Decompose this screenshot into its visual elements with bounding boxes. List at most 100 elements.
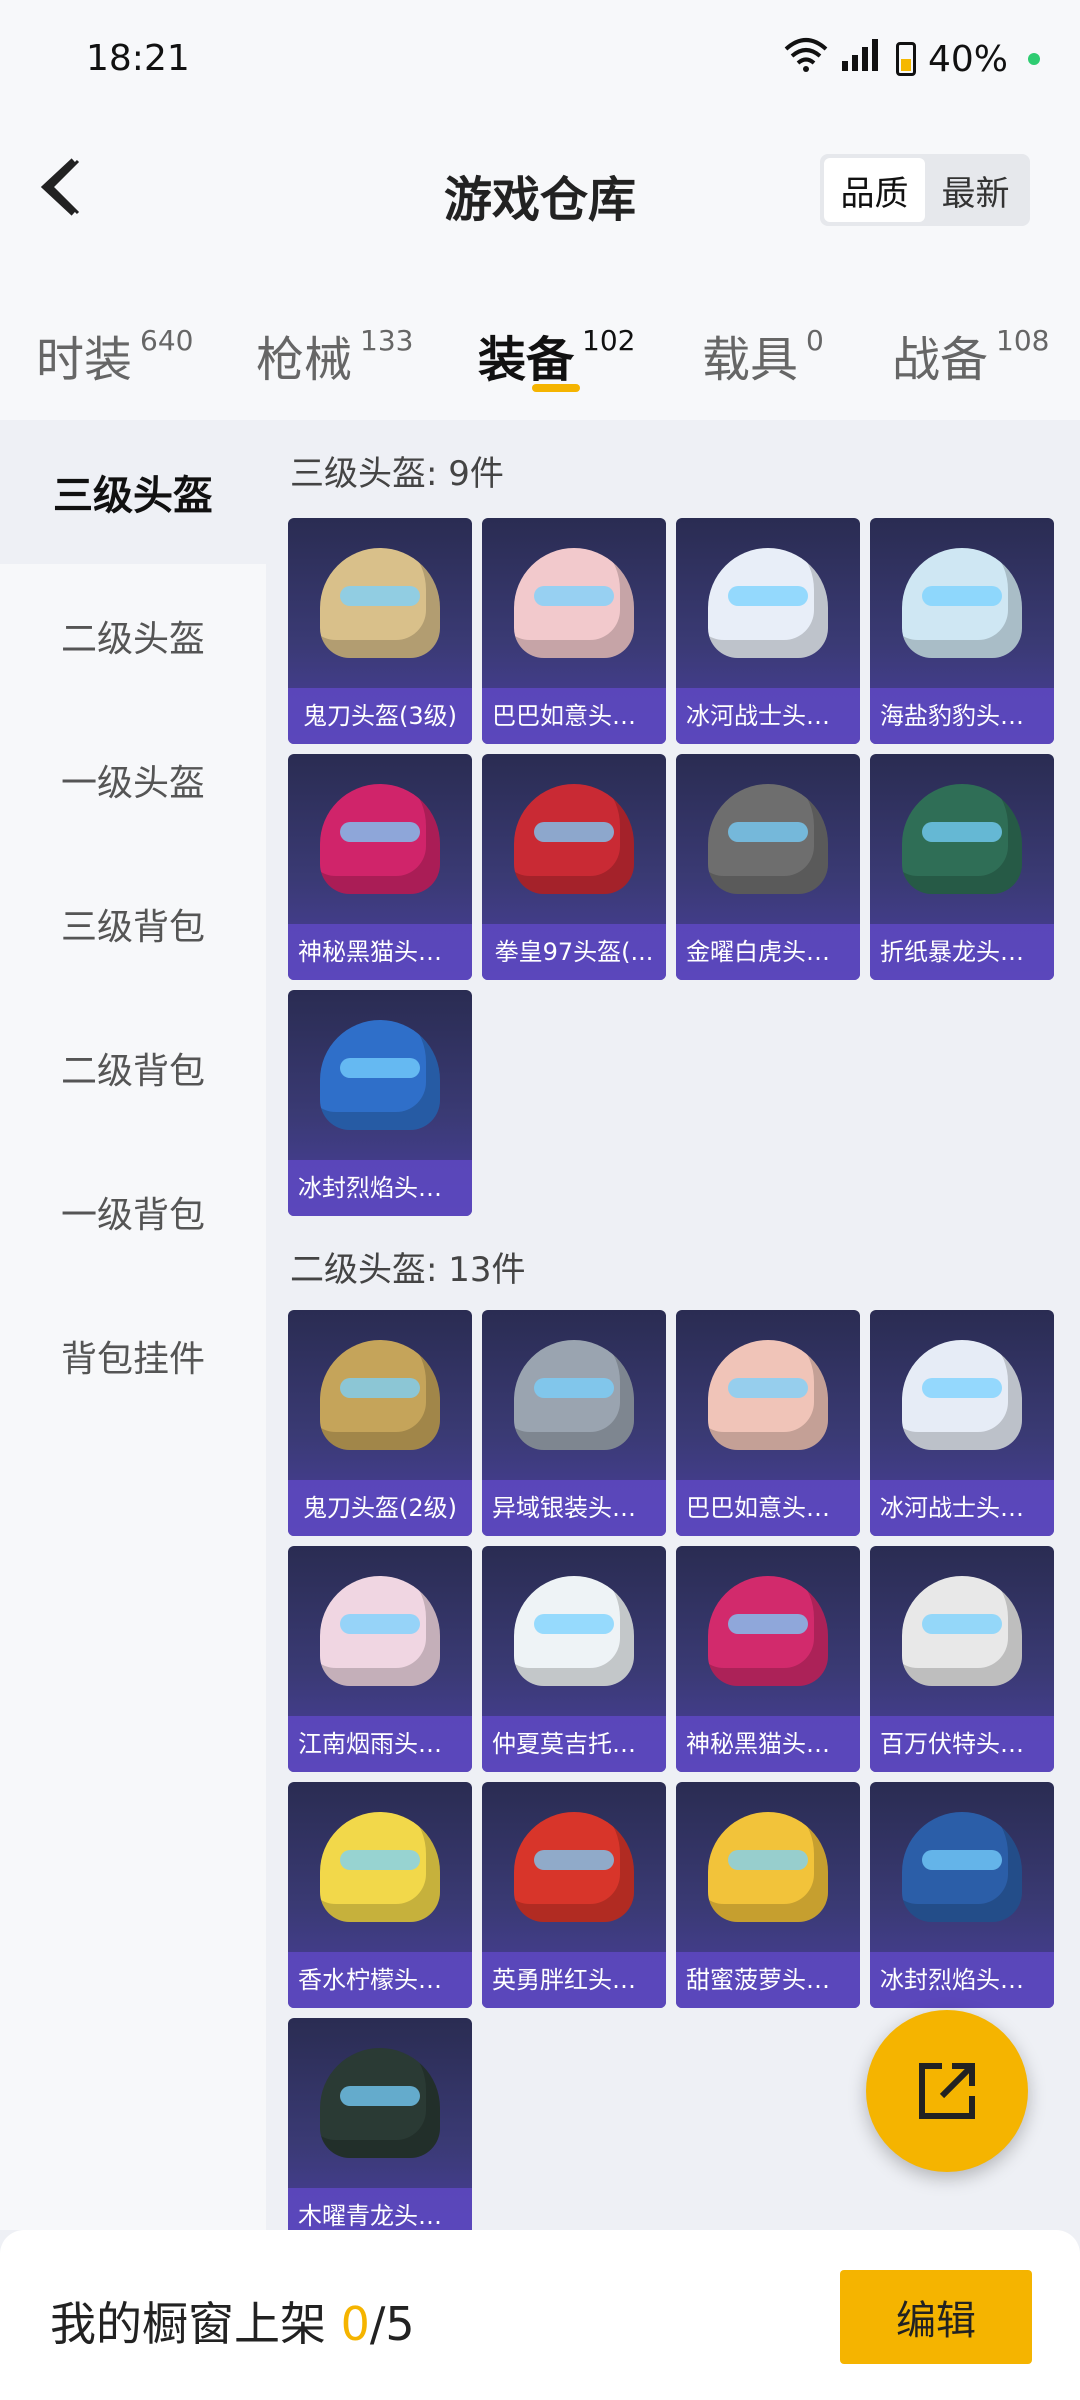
item-card[interactable]: 鬼刀头盔(2级) bbox=[288, 1310, 472, 1536]
helmet-image bbox=[708, 548, 828, 658]
item-card[interactable]: 冰封烈焰头盔... bbox=[870, 1782, 1054, 2008]
sidebar-item-level1-helmet[interactable]: 一级头盔 bbox=[0, 708, 266, 852]
helmet-icon bbox=[870, 518, 1054, 688]
helmet-image bbox=[708, 1576, 828, 1686]
item-name: 鬼刀头盔(2级) bbox=[288, 1480, 472, 1536]
item-card[interactable]: 江南烟雨头盔... bbox=[288, 1546, 472, 1772]
tab-vehicles[interactable]: 载具 0 bbox=[702, 320, 824, 390]
item-name: 神秘黑猫头盔... bbox=[676, 1716, 860, 1772]
item-card[interactable]: 冰封烈焰头盔... bbox=[288, 990, 472, 1216]
item-card[interactable]: 甜蜜菠萝头盔... bbox=[676, 1782, 860, 2008]
category-tabs: 时装 640 枪械 133 装备 102 载具 0 战备 108 bbox=[0, 270, 1080, 420]
sidebar-item-level2-backpack[interactable]: 二级背包 bbox=[0, 996, 266, 1140]
showcase-status: 我的橱窗上架 0/5 bbox=[50, 2288, 415, 2354]
sidebar-item-backpack-pendant[interactable]: 背包挂件 bbox=[0, 1284, 266, 1428]
item-card[interactable]: 鬼刀头盔(3级) bbox=[288, 518, 472, 744]
helmet-icon bbox=[482, 518, 666, 688]
item-card[interactable]: 木曜青龙头盔... bbox=[288, 2018, 472, 2230]
helmet-icon bbox=[676, 1546, 860, 1716]
helmet-image bbox=[708, 1340, 828, 1450]
helmet-icon bbox=[870, 1310, 1054, 1480]
tab-battle-gear[interactable]: 战备 108 bbox=[892, 320, 1049, 390]
item-card[interactable]: 香水柠檬头盔... bbox=[288, 1782, 472, 2008]
helmet-icon bbox=[288, 2018, 472, 2188]
item-card[interactable]: 神秘黑猫头盔... bbox=[676, 1546, 860, 1772]
item-card[interactable]: 异域银装头盔... bbox=[482, 1310, 666, 1536]
helmet-icon bbox=[870, 754, 1054, 924]
item-name: 神秘黑猫头盔... bbox=[288, 924, 472, 980]
showcase-total: /5 bbox=[369, 2297, 415, 2351]
item-grid-area: 三级头盔: 9件 鬼刀头盔(3级) 巴巴如意头盔... 冰河战士头盔... 海盐豹豹头… bbox=[266, 420, 1080, 2230]
item-card[interactable]: 拳皇97头盔(... bbox=[482, 754, 666, 980]
item-card[interactable]: 仲夏莫吉托头... bbox=[482, 1546, 666, 1772]
status-icons: 40% bbox=[784, 36, 1040, 82]
battery-percent: 40% bbox=[927, 38, 1008, 80]
showcase-count: 0 bbox=[340, 2297, 370, 2351]
item-card[interactable]: 冰河战士头盔... bbox=[676, 518, 860, 744]
helmet-image bbox=[514, 1812, 634, 1922]
showcase-label: 我的橱窗上架 bbox=[50, 2297, 341, 2351]
item-card[interactable]: 英勇胖红头盔... bbox=[482, 1782, 666, 2008]
helmet-image bbox=[320, 2048, 440, 2158]
helmet-image bbox=[514, 548, 634, 658]
wifi-icon bbox=[784, 37, 828, 82]
item-name: 折纸暴龙头盔... bbox=[870, 924, 1054, 980]
helmet-icon bbox=[870, 1782, 1054, 1952]
item-name: 冰封烈焰头盔... bbox=[870, 1952, 1054, 2008]
item-card[interactable]: 百万伏特头盔... bbox=[870, 1546, 1054, 1772]
helmet-icon bbox=[676, 518, 860, 688]
sidebar-item-level2-helmet[interactable]: 二级头盔 bbox=[0, 564, 266, 708]
item-card[interactable]: 巴巴如意头盔... bbox=[676, 1310, 860, 1536]
tab-guns[interactable]: 枪械 133 bbox=[256, 320, 413, 390]
item-name: 鬼刀头盔(3级) bbox=[288, 688, 472, 744]
header: 游戏仓库 品质 最新 bbox=[0, 110, 1080, 270]
helmet-image bbox=[320, 1340, 440, 1450]
item-card[interactable]: 巴巴如意头盔... bbox=[482, 518, 666, 744]
share-button[interactable] bbox=[866, 2010, 1028, 2172]
sidebar-item-level1-backpack[interactable]: 一级背包 bbox=[0, 1140, 266, 1284]
item-name: 仲夏莫吉托头... bbox=[482, 1716, 666, 1772]
item-name: 冰河战士头盔... bbox=[870, 1480, 1054, 1536]
sidebar-item-level3-backpack[interactable]: 三级背包 bbox=[0, 852, 266, 996]
section-title: 三级头盔: 9件 bbox=[290, 454, 504, 494]
helmet-image bbox=[320, 784, 440, 894]
sort-option-quality[interactable]: 品质 bbox=[824, 158, 925, 222]
section-title: 二级头盔: 13件 bbox=[290, 1250, 526, 1290]
tab-count: 133 bbox=[360, 324, 414, 357]
item-name: 百万伏特头盔... bbox=[870, 1716, 1054, 1772]
edit-button[interactable]: 编辑 bbox=[840, 2270, 1032, 2364]
helmet-icon bbox=[288, 518, 472, 688]
tab-label: 时装 bbox=[36, 332, 133, 388]
helmet-image bbox=[902, 1576, 1022, 1686]
helmet-icon bbox=[482, 1310, 666, 1480]
status-time: 18:21 bbox=[86, 38, 190, 79]
helmet-icon bbox=[288, 1546, 472, 1716]
tab-fashion[interactable]: 时装 640 bbox=[36, 320, 193, 390]
tab-equipment[interactable]: 装备 102 bbox=[478, 320, 635, 390]
item-name: 海盐豹豹头盔... bbox=[870, 688, 1054, 744]
helmet-image bbox=[514, 1340, 634, 1450]
helmet-icon bbox=[870, 1546, 1054, 1716]
cellular-signal-icon bbox=[840, 37, 884, 82]
helmet-image bbox=[514, 1576, 634, 1686]
helmet-image bbox=[902, 548, 1022, 658]
item-card[interactable]: 金曜白虎头盔... bbox=[676, 754, 860, 980]
helmet-icon bbox=[676, 1310, 860, 1480]
helmet-image bbox=[514, 784, 634, 894]
helmet-icon bbox=[288, 990, 472, 1160]
tab-count: 108 bbox=[996, 324, 1050, 357]
helmet-image bbox=[902, 1812, 1022, 1922]
helmet-icon bbox=[482, 1782, 666, 1952]
active-tab-indicator bbox=[532, 384, 580, 392]
item-card[interactable]: 冰河战士头盔... bbox=[870, 1310, 1054, 1536]
item-card[interactable]: 折纸暴龙头盔... bbox=[870, 754, 1054, 980]
item-card[interactable]: 神秘黑猫头盔... bbox=[288, 754, 472, 980]
item-card[interactable]: 海盐豹豹头盔... bbox=[870, 518, 1054, 744]
sort-option-newest[interactable]: 最新 bbox=[925, 158, 1026, 222]
tab-label: 枪械 bbox=[256, 332, 353, 388]
helmet-image bbox=[320, 1812, 440, 1922]
sidebar-item-level3-helmet[interactable]: 三级头盔 bbox=[0, 420, 266, 564]
helmet-image bbox=[320, 1576, 440, 1686]
helmet-icon bbox=[676, 754, 860, 924]
item-name: 冰河战士头盔... bbox=[676, 688, 860, 744]
